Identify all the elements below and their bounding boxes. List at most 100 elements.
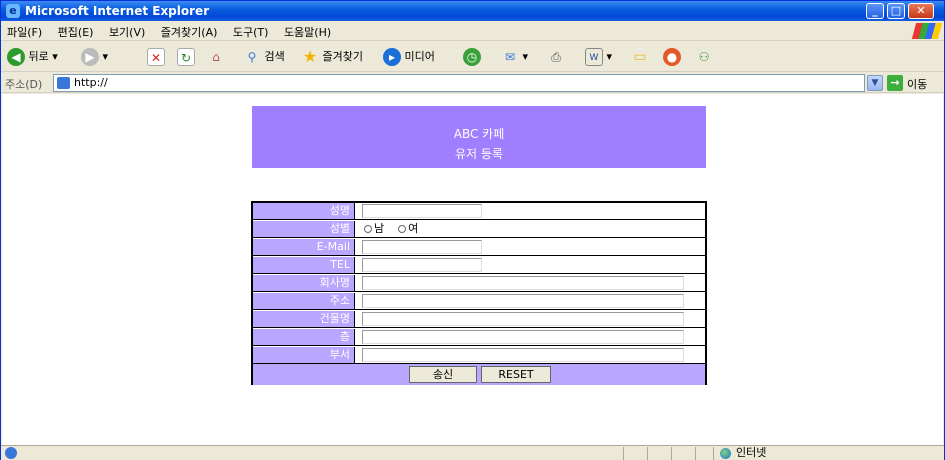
messenger-button[interactable]: ●	[663, 47, 681, 67]
banner-subtitle: 유저 등록	[455, 147, 503, 161]
security-zone: 인터넷	[720, 446, 766, 460]
gender-male-radio[interactable]: 남	[364, 222, 384, 235]
mail-button[interactable]: ✉ ▾	[501, 47, 528, 67]
registration-form: 성명 성별 남 여 E-Mail TEL 회사명 주소 건물명 층 부서 송신 …	[251, 201, 707, 385]
search-button[interactable]: ⚲ 검색	[243, 47, 285, 67]
maximize-button[interactable]: □	[887, 3, 905, 19]
history-button[interactable]: ◷	[463, 47, 481, 67]
edit-button[interactable]: W ▾	[585, 47, 612, 67]
title-bar: e Microsoft Internet Explorer _ □ ✕	[1, 1, 944, 21]
toolbar: ◀ 뒤로 ▾ ▶ ▾ ✕ ↻ ⌂ ⚲ 검색 ★ 즐겨찾기 ▸ 미디어 ◷ ✉ ▾…	[1, 42, 944, 72]
forward-button[interactable]: ▶ ▾	[81, 47, 108, 67]
go-button[interactable]: 이동	[907, 76, 927, 92]
address-label: 주소(D)	[5, 78, 43, 91]
address-bar: 주소(D) http:// ▼ → 이동	[1, 73, 944, 93]
favorites-label: 즐겨찾기	[322, 50, 363, 63]
field-label: TEL	[253, 257, 355, 273]
go-arrow-icon[interactable]: →	[887, 75, 903, 91]
form-row-building: 건물명	[253, 311, 705, 328]
back-arrow-icon: ◀	[7, 48, 25, 66]
menu-edit[interactable]: 편집(E)	[52, 21, 100, 40]
folder-button[interactable]: ▭	[631, 47, 649, 67]
windows-logo-icon	[911, 23, 943, 39]
status-divider	[713, 447, 714, 460]
page-status-icon	[5, 447, 17, 459]
banner-title: ABC 카페	[453, 127, 505, 141]
form-row-department: 부서	[253, 347, 705, 364]
submit-button[interactable]: 송신	[409, 366, 477, 383]
field-label: 성별	[253, 221, 355, 237]
media-label: 미디어	[404, 50, 435, 63]
status-divider	[695, 447, 696, 460]
page-content: ABC 카페 유저 등록 성명 성별 남 여 E-Mail TEL 회사명 주소…	[2, 94, 943, 445]
form-row-gender: 성별 남 여	[253, 221, 705, 238]
field-label: 주소	[253, 293, 355, 309]
back-label: 뒤로	[28, 50, 49, 63]
refresh-icon: ↻	[177, 48, 195, 66]
page-icon	[57, 77, 70, 89]
name-input[interactable]	[362, 204, 482, 218]
page-banner: ABC 카페 유저 등록	[252, 106, 706, 168]
search-label: 검색	[264, 50, 285, 63]
search-icon: ⚲	[247, 50, 257, 64]
menu-bar: 파일(F) 편집(E) 보기(V) 즐겨찾기(A) 도구(T) 도움말(H)	[1, 21, 944, 41]
minimize-button[interactable]: _	[866, 3, 884, 19]
zone-label: 인터넷	[736, 446, 767, 459]
menu-view[interactable]: 보기(V)	[103, 21, 151, 40]
status-bar: 인터넷	[1, 445, 944, 460]
form-row-name: 성명	[253, 203, 705, 220]
menu-tools[interactable]: 도구(T)	[227, 21, 275, 40]
stop-icon: ✕	[147, 48, 165, 66]
field-label: 부서	[253, 347, 355, 363]
company-input[interactable]	[362, 276, 684, 290]
media-button[interactable]: ▸ 미디어	[383, 47, 435, 67]
star-icon: ★	[302, 47, 318, 66]
internet-globe-icon	[720, 447, 731, 459]
refresh-button[interactable]: ↻	[177, 47, 195, 67]
window-title: Microsoft Internet Explorer	[25, 4, 210, 18]
gender-female-radio[interactable]: 여	[398, 222, 418, 235]
ie-logo-icon: e	[6, 4, 20, 18]
menu-favorites[interactable]: 즐겨찾기(A)	[155, 21, 224, 40]
form-row-address: 주소	[253, 293, 705, 310]
word-icon: W	[585, 48, 603, 66]
form-row-floor: 층	[253, 329, 705, 346]
messenger-icon: ●	[663, 48, 681, 66]
users-icon: ⚇	[698, 50, 710, 64]
stop-button[interactable]: ✕	[147, 47, 165, 67]
home-button[interactable]: ⌂	[207, 47, 225, 67]
status-divider	[647, 447, 648, 460]
menu-help[interactable]: 도움말(H)	[278, 21, 337, 40]
form-row-company: 회사명	[253, 275, 705, 292]
print-button[interactable]: ⎙	[547, 47, 565, 67]
tel-input[interactable]	[362, 258, 482, 272]
folder-icon: ▭	[633, 49, 647, 65]
favorites-button[interactable]: ★ 즐겨찾기	[301, 47, 363, 67]
back-button[interactable]: ◀ 뒤로 ▾	[7, 47, 58, 67]
browser-window: e Microsoft Internet Explorer _ □ ✕ 파일(F…	[0, 0, 945, 460]
print-icon: ⎙	[551, 50, 561, 64]
address-dropdown-button[interactable]: ▼	[867, 75, 883, 91]
building-input[interactable]	[362, 312, 684, 326]
history-icon: ◷	[463, 48, 481, 66]
mail-icon: ✉	[504, 50, 516, 64]
menu-file[interactable]: 파일(F)	[1, 21, 48, 40]
department-input[interactable]	[362, 348, 684, 362]
users-button[interactable]: ⚇	[695, 47, 713, 67]
field-label: 성명	[253, 203, 355, 219]
address-field-input[interactable]	[362, 294, 684, 308]
field-label: 회사명	[253, 275, 355, 291]
reset-button[interactable]: RESET	[481, 366, 551, 383]
email-input[interactable]	[362, 240, 482, 254]
status-divider	[623, 447, 624, 460]
address-value: http://	[74, 76, 108, 89]
close-button[interactable]: ✕	[908, 3, 934, 19]
form-buttons-row: 송신 RESET	[253, 364, 705, 385]
form-row-tel: TEL	[253, 257, 705, 274]
status-divider	[671, 447, 672, 460]
address-input[interactable]: http://	[53, 74, 865, 92]
field-label: 층	[253, 329, 355, 345]
floor-input[interactable]	[362, 330, 684, 344]
form-row-email: E-Mail	[253, 239, 705, 256]
home-icon: ⌂	[212, 50, 220, 64]
